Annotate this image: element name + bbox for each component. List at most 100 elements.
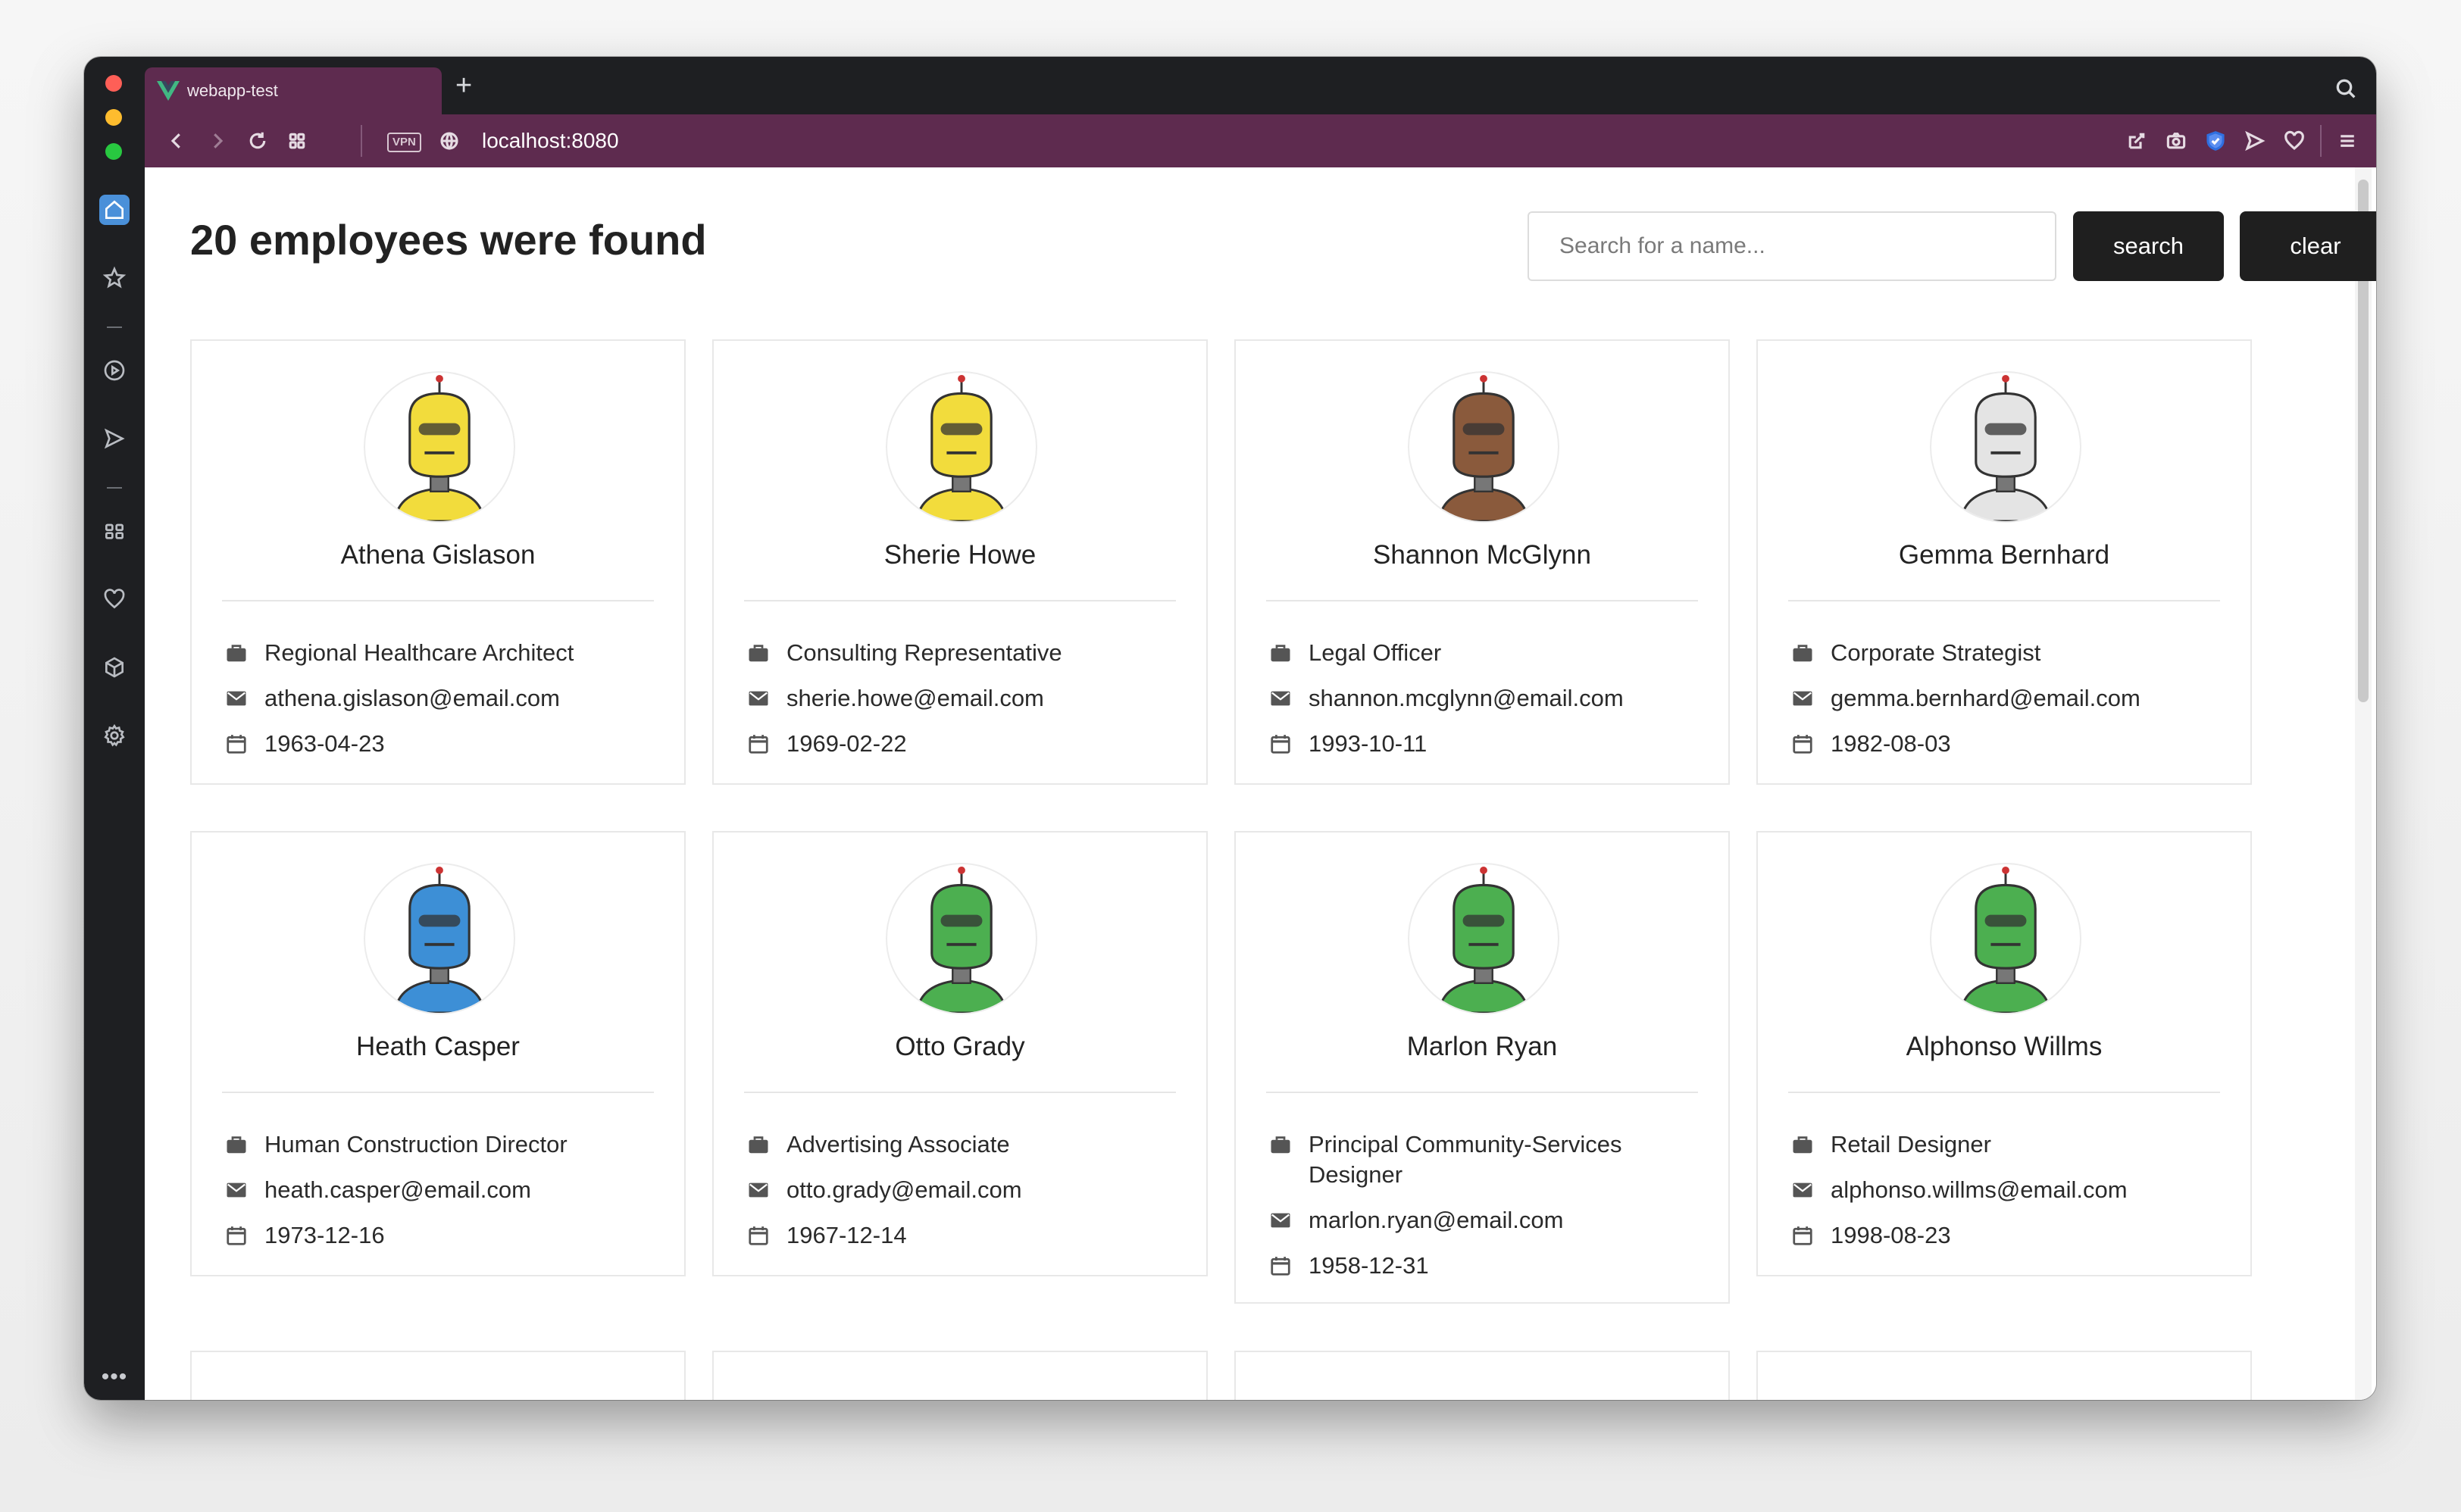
search-input[interactable] <box>1528 211 2056 281</box>
employee-card[interactable]: Otto Grady Advertising Associate otto.grad… <box>712 831 1208 1276</box>
card-divider <box>222 1092 654 1093</box>
employee-name: Shannon McGlynn <box>1373 540 1591 570</box>
calendar-icon <box>225 729 251 759</box>
employee-email: sherie.howe@email.com <box>786 685 1044 711</box>
send-icon[interactable] <box>2243 129 2267 153</box>
globe-icon[interactable] <box>437 129 461 153</box>
camera-icon[interactable] <box>2164 129 2188 153</box>
new-tab-button[interactable]: + <box>455 70 472 101</box>
avatar <box>886 863 1037 1014</box>
search-tabs-icon[interactable] <box>2334 77 2358 101</box>
send-icon[interactable] <box>99 423 130 454</box>
page-content: 20 employees were found search clear Ath… <box>145 167 2376 1400</box>
employee-info: Consulting Representative sherie.howe@ema… <box>747 638 1184 774</box>
maximize-window-button[interactable] <box>105 143 122 160</box>
grid-icon[interactable] <box>99 516 130 546</box>
employee-card[interactable]: Sherie Howe Consulting Representative sher… <box>712 339 1208 785</box>
employee-email: otto.grady@email.com <box>786 1176 1022 1203</box>
employee-job-title: Corporate Strategist <box>1831 639 2041 666</box>
envelope-icon <box>747 1175 773 1205</box>
briefcase-icon <box>1791 1129 1817 1160</box>
employee-birthdate: 1963-04-23 <box>264 730 385 757</box>
employee-card[interactable]: Heath Casper Human Construction Director h… <box>190 831 686 1276</box>
employee-card[interactable]: Shannon McGlynn Legal Officer shannon.mcgl… <box>1234 339 1730 785</box>
card-divider <box>744 1092 1176 1093</box>
more-icon[interactable]: ••• <box>99 1366 130 1389</box>
employee-job-title: Regional Healthcare Architect <box>264 639 574 666</box>
employee-name: Alphonso Willms <box>1906 1032 2103 1061</box>
card-divider <box>744 600 1176 601</box>
briefcase-icon <box>1269 638 1295 668</box>
employee-email: heath.casper@email.com <box>264 1176 531 1203</box>
heart-icon[interactable] <box>99 584 130 614</box>
avatar <box>1408 863 1559 1014</box>
employee-job-title: Human Construction Director <box>264 1131 568 1157</box>
avatar <box>1408 371 1559 523</box>
reload-icon[interactable] <box>245 129 270 153</box>
employee-card[interactable]: Athena Gislason Regional Healthcare Archi… <box>190 339 686 785</box>
star-icon[interactable] <box>99 263 130 293</box>
briefcase-icon <box>225 638 251 668</box>
employee-name: Marlon Ryan <box>1406 1032 1558 1061</box>
calendar-icon <box>1269 729 1295 759</box>
briefcase-icon <box>1791 638 1817 668</box>
employee-job-title: Principal Community-Services Designer <box>1309 1131 1622 1188</box>
clear-button[interactable]: clear <box>2240 211 2376 281</box>
home-icon[interactable] <box>99 195 130 225</box>
gear-icon[interactable] <box>99 720 130 751</box>
card-divider <box>1788 600 2220 601</box>
card-divider <box>1266 1092 1698 1093</box>
employee-birthdate: 1967-12-14 <box>786 1222 907 1248</box>
envelope-icon <box>225 1175 251 1205</box>
employee-email: shannon.mcglynn@email.com <box>1309 685 1624 711</box>
envelope-icon <box>1269 1205 1295 1236</box>
heart-icon[interactable] <box>2282 129 2306 153</box>
shield-icon[interactable] <box>2203 129 2228 153</box>
close-window-button[interactable] <box>105 75 122 92</box>
employee-email: gemma.bernhard@email.com <box>1831 685 2140 711</box>
avatar <box>1930 863 2081 1014</box>
card-divider <box>1266 600 1698 601</box>
envelope-icon <box>1791 683 1817 714</box>
sidebar-divider <box>107 326 122 328</box>
edit-icon[interactable] <box>2125 129 2149 153</box>
employee-card[interactable] <box>1234 1351 1730 1400</box>
avatar <box>364 863 515 1014</box>
url-field[interactable]: localhost:8080 <box>482 128 619 154</box>
menu-icon[interactable] <box>2335 129 2359 153</box>
employee-job-title: Legal Officer <box>1309 639 1442 666</box>
envelope-icon <box>747 683 773 714</box>
briefcase-icon <box>747 1129 773 1160</box>
briefcase-icon <box>225 1129 251 1160</box>
employee-info: Principal Community-Services Designer mar… <box>1269 1129 1706 1296</box>
box-icon[interactable] <box>99 652 130 683</box>
avatar <box>886 371 1037 523</box>
back-icon[interactable] <box>164 129 189 153</box>
employee-birthdate: 1969-02-22 <box>786 730 907 757</box>
calendar-icon <box>225 1220 251 1251</box>
toolbar-separator <box>361 125 362 157</box>
tiles-icon[interactable] <box>285 129 309 153</box>
employee-info: Retail Designer alphonso.willms@email.com… <box>1791 1129 2228 1266</box>
employee-card[interactable]: Marlon Ryan Principal Community-Services … <box>1234 831 1730 1304</box>
play-circle-icon[interactable] <box>99 355 130 386</box>
employee-info: Advertising Associate otto.grady@email.co… <box>747 1129 1184 1266</box>
calendar-icon <box>747 729 773 759</box>
search-button[interactable]: search <box>2073 211 2224 281</box>
page-title: 20 employees were found <box>190 216 707 264</box>
employee-card[interactable]: Gemma Bernhard Corporate Strategist gemma.… <box>1756 339 2252 785</box>
employee-card[interactable]: Alphonso Willms Retail Designer alphonso.w… <box>1756 831 2252 1276</box>
employee-card[interactable] <box>190 1351 686 1400</box>
tab-title: webapp-test <box>187 81 278 100</box>
tab-webapp-test[interactable]: webapp-test <box>145 67 442 114</box>
employee-name: Heath Casper <box>356 1032 520 1061</box>
employee-card[interactable] <box>1756 1351 2252 1400</box>
avatar <box>364 371 515 523</box>
vpn-badge[interactable]: VPN <box>387 133 421 152</box>
employee-card[interactable] <box>712 1351 1208 1400</box>
employee-info: Human Construction Director heath.casper@… <box>225 1129 661 1266</box>
browser-sidebar: ••• <box>84 57 145 1400</box>
minimize-window-button[interactable] <box>105 109 122 126</box>
forward-icon[interactable] <box>205 129 230 153</box>
employee-name: Gemma Bernhard <box>1898 540 2110 570</box>
